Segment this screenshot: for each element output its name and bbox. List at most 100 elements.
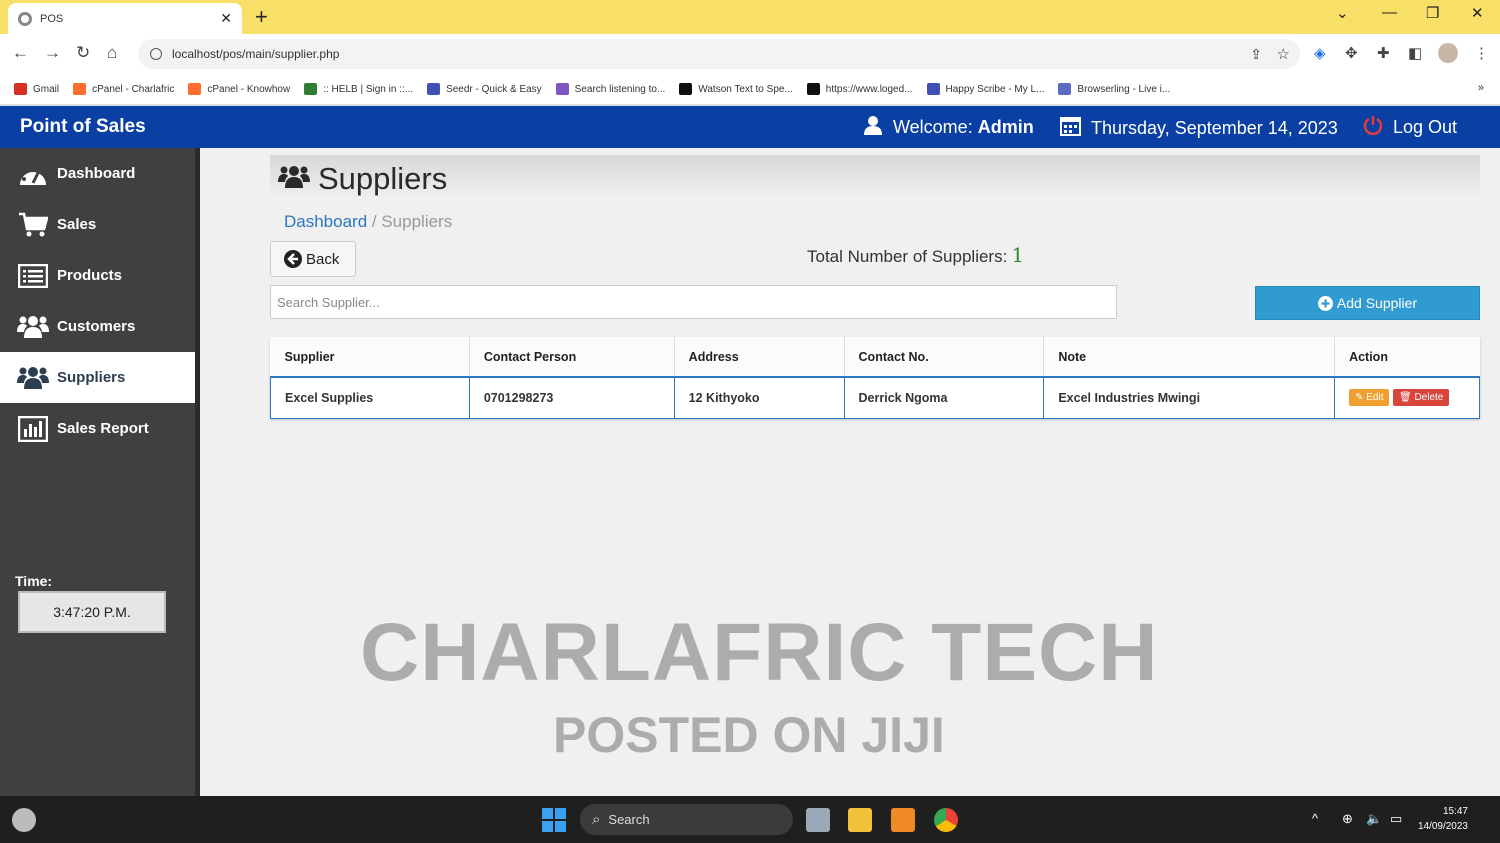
- bookmark-item[interactable]: cPanel - Knowhow: [188, 83, 290, 95]
- search-supplier-input[interactable]: [270, 285, 1117, 319]
- battery-icon[interactable]: ▭: [1390, 811, 1402, 827]
- sync-extension-icon[interactable]: ✥: [1345, 44, 1358, 62]
- forward-arrow-icon[interactable]: →: [44, 43, 61, 63]
- bookmark-favicon-icon: [73, 83, 87, 95]
- breadcrumb-dashboard-link[interactable]: Dashboard: [284, 212, 367, 231]
- site-info-icon[interactable]: [150, 48, 162, 60]
- table-header-row: Supplier Contact Person Address Contact …: [270, 337, 1480, 378]
- language-icon[interactable]: ⊕: [1342, 811, 1353, 827]
- column-header-supplier: Supplier: [270, 337, 470, 378]
- bookmark-label: Search listening to...: [574, 83, 666, 95]
- bookmark-item[interactable]: Browserling - Live i...: [1058, 83, 1170, 95]
- menu-kebab-icon[interactable]: ⋮: [1474, 44, 1489, 62]
- back-button[interactable]: Back: [270, 241, 356, 277]
- bookmark-item[interactable]: Search listening to...: [555, 83, 666, 95]
- close-window-icon[interactable]: ✕: [1471, 4, 1484, 22]
- power-icon: [1363, 115, 1383, 140]
- sidebar-item-sales-report[interactable]: Sales Report: [0, 403, 195, 454]
- bookmark-favicon-icon: [304, 83, 318, 95]
- profile-avatar[interactable]: [1438, 43, 1458, 63]
- page-title: Suppliers: [318, 161, 448, 196]
- search-icon: ⌕: [592, 811, 601, 828]
- bookmark-favicon-icon: [679, 83, 693, 95]
- tray-chevron-icon[interactable]: ^: [1312, 811, 1318, 826]
- chrome-icon[interactable]: [934, 808, 958, 832]
- sidebar-item-products[interactable]: Products: [0, 250, 195, 301]
- breadcrumb: Dashboard / Suppliers: [284, 212, 452, 232]
- bookmark-item[interactable]: https://www.loged...: [806, 83, 913, 95]
- tab-close-icon[interactable]: ✕: [220, 10, 232, 27]
- bookmark-item[interactable]: Happy Scribe - My L...: [926, 83, 1044, 95]
- suppliers-table: Supplier Contact Person Address Contact …: [270, 337, 1480, 419]
- cell-contact-person: 0701298273: [468, 377, 675, 419]
- tab-title: POS: [40, 12, 64, 25]
- taskbar-search[interactable]: ⌕ Search: [580, 804, 793, 835]
- reload-icon[interactable]: ↻: [76, 43, 90, 63]
- task-view-icon[interactable]: [806, 808, 830, 832]
- sidebar-item-customers[interactable]: Customers: [0, 301, 195, 352]
- sidebar-item-label: Suppliers: [57, 369, 126, 386]
- bookmark-item[interactable]: Gmail: [14, 83, 59, 95]
- minimize-icon[interactable]: —: [1382, 4, 1397, 21]
- bookmark-label: Browserling - Live i...: [1077, 83, 1171, 95]
- bookmark-label: cPanel - Charlafric: [92, 83, 175, 95]
- bookmark-item[interactable]: cPanel - Charlafric: [73, 83, 174, 95]
- bookmark-favicon-icon: [926, 83, 940, 95]
- sidebar-item-dashboard[interactable]: Dashboard: [0, 148, 195, 199]
- back-label: Back: [306, 250, 340, 268]
- group-icon: [278, 163, 310, 196]
- extension-icon[interactable]: ◈: [1314, 44, 1326, 62]
- bookmark-item[interactable]: Watson Text to Spe...: [679, 83, 793, 95]
- total-suppliers: Total Number of Suppliers: 1: [807, 243, 1024, 267]
- bookmark-item[interactable]: :: HELB | Sign in ::...: [304, 83, 413, 95]
- welcome-user: Welcome: Admin: [863, 115, 1034, 140]
- logout-label: Log Out: [1393, 117, 1458, 137]
- cart-icon: [17, 211, 49, 239]
- globe-icon: [18, 11, 32, 26]
- back-arrow-icon[interactable]: ←: [12, 43, 29, 63]
- group-icon: [17, 313, 49, 341]
- bookmarks-overflow-icon[interactable]: »: [1478, 82, 1484, 94]
- sidebar-item-sales[interactable]: Sales: [0, 199, 195, 250]
- puzzle-icon[interactable]: ✚: [1377, 44, 1390, 62]
- add-supplier-button[interactable]: Add Supplier: [1255, 286, 1480, 320]
- delete-label: Delete: [1414, 392, 1444, 404]
- total-label: Total Number of Suppliers:: [807, 247, 1008, 266]
- logout-link[interactable]: Log Out: [1363, 115, 1457, 140]
- maximize-icon[interactable]: ❐: [1426, 4, 1439, 22]
- address-toolbar: ← → ↻ ⌂ localhost/pos/main/supplier.php …: [0, 34, 1500, 74]
- volume-icon[interactable]: 🔈: [1366, 811, 1382, 827]
- cell-address: 12 Kithyoko: [673, 377, 845, 419]
- page-header: Suppliers: [270, 155, 1480, 203]
- bookmark-favicon-icon: [188, 83, 202, 95]
- sidebar-item-suppliers[interactable]: Suppliers: [0, 352, 195, 403]
- browser-tab[interactable]: POS ✕: [8, 3, 242, 34]
- weather-icon[interactable]: [12, 808, 36, 832]
- side-panel-icon[interactable]: ◧: [1408, 44, 1422, 62]
- bookmark-favicon-icon: [14, 83, 27, 95]
- browser-tab-strip: POS ✕ + ⌄ — ❐ ✕: [0, 0, 1500, 34]
- watermark-title: CHARLAFRIC TECH: [360, 607, 1159, 698]
- sidebar-item-label: Dashboard: [57, 165, 136, 182]
- bookmark-item[interactable]: Seedr - Quick & Easy: [427, 83, 542, 95]
- column-header-contact-person: Contact Person: [469, 337, 675, 378]
- delete-button[interactable]: 🗑 Delete: [1392, 389, 1450, 407]
- welcome-prefix: Welcome:: [893, 117, 973, 137]
- column-header-contact-no: Contact No.: [844, 337, 1045, 378]
- xampp-icon[interactable]: [891, 808, 915, 832]
- edit-button[interactable]: ✎ Edit: [1349, 389, 1390, 407]
- bar-chart-icon: [17, 415, 49, 443]
- time-label: Time:: [15, 573, 53, 589]
- sidebar: Dashboard Sales Products Customers Suppl…: [0, 148, 200, 796]
- windows-start-icon[interactable]: [542, 808, 566, 832]
- tab-search-chevron-icon[interactable]: ⌄: [1336, 4, 1349, 22]
- new-tab-icon[interactable]: +: [255, 4, 268, 30]
- bookmark-favicon-icon: [427, 83, 441, 95]
- share-icon[interactable]: ⇪: [1250, 46, 1262, 63]
- file-explorer-icon[interactable]: [848, 808, 872, 832]
- bookmark-star-icon[interactable]: ☆: [1277, 45, 1290, 63]
- url-bar[interactable]: localhost/pos/main/supplier.php ⇪ ☆: [138, 39, 1300, 69]
- home-icon[interactable]: ⌂: [107, 43, 117, 63]
- taskbar-clock[interactable]: 15:47 14/09/2023: [1418, 804, 1468, 834]
- cell-supplier: Excel Supplies: [270, 377, 470, 419]
